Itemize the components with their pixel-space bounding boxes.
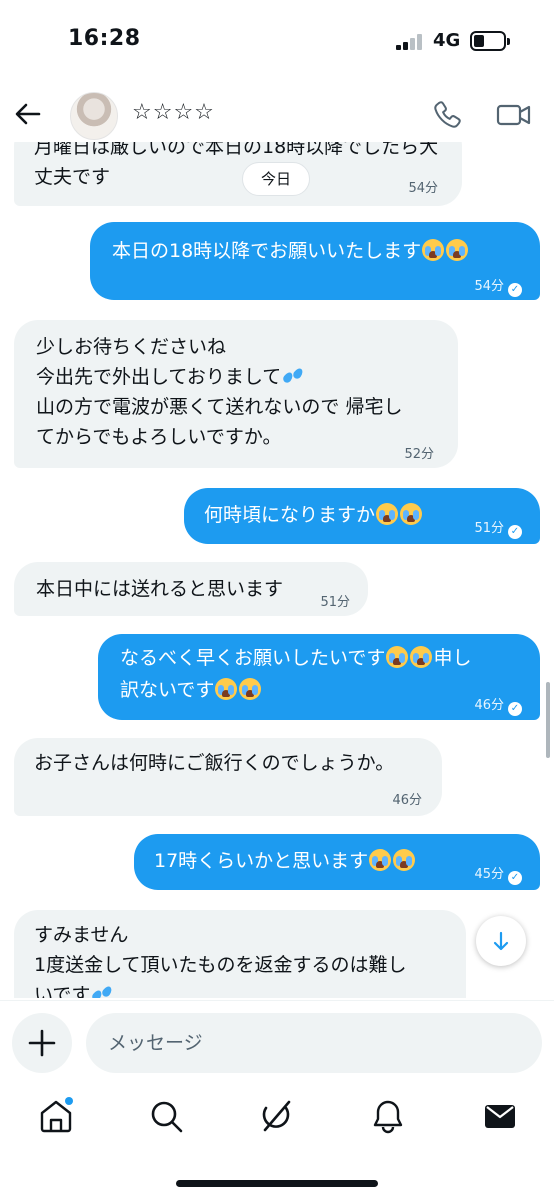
message-bubble-incoming[interactable]: 月曜日は厳しいので本日の18時以降でしたら大丈夫です 54分: [14, 142, 462, 206]
crying-face-emoji: [215, 678, 238, 700]
battery-icon: [470, 31, 510, 51]
crying-face-emoji: [446, 239, 469, 261]
add-media-button[interactable]: [12, 1013, 72, 1073]
message-bubble-outgoing[interactable]: 本日の18時以降でお願いいたします 54分 ✓: [90, 222, 540, 300]
message-time: 54分: [474, 279, 504, 294]
phone-icon[interactable]: [430, 98, 464, 132]
message-line: 申し: [433, 647, 472, 669]
message-line: てからでもよろしいですか。: [36, 426, 282, 448]
plus-icon: [28, 1029, 56, 1057]
conversation-header: ☆☆☆☆: [0, 86, 554, 142]
avatar[interactable]: [70, 92, 118, 140]
status-time: 16:28: [68, 26, 141, 51]
message-bubble-incoming[interactable]: すみません 1度送金して頂いたものを返金するのは難し いです: [14, 910, 466, 998]
grok-icon[interactable]: [256, 1096, 296, 1136]
message-bubble-outgoing[interactable]: 何時頃になりますか 51分 ✓: [184, 488, 540, 544]
crying-face-emoji: [410, 646, 433, 668]
video-call-icon[interactable]: [496, 100, 532, 130]
message-list[interactable]: 月曜日は厳しいので本日の18時以降でしたら大丈夫です 54分 今日 本日の18時…: [0, 142, 554, 998]
crying-face-emoji: [386, 646, 409, 668]
message-text: お子さんは何時にご飯行くのでしょうか。: [34, 752, 395, 774]
message-meta: 54分 ✓: [474, 272, 522, 302]
scrollbar-thumb[interactable]: [546, 682, 550, 758]
messages-icon[interactable]: [480, 1096, 520, 1136]
crying-face-emoji: [376, 503, 399, 525]
message-line: いです: [34, 984, 91, 998]
network-type: 4G: [433, 30, 461, 51]
message-text: 17時くらいかと思います: [154, 850, 369, 872]
message-time: 51分: [474, 521, 504, 536]
crying-face-emoji: [239, 678, 262, 700]
signal-icon: [396, 34, 426, 50]
notifications-icon[interactable]: [368, 1096, 408, 1136]
message-line: 1度送金して頂いたものを返金するのは難し: [34, 954, 407, 976]
read-check-icon: ✓: [508, 283, 522, 297]
arrow-down-icon: [493, 931, 509, 951]
message-composer: [0, 1000, 554, 1084]
sweat-droplets-emoji: [90, 984, 114, 998]
message-line: 少しお待ちくださいね: [36, 336, 227, 358]
sweat-droplets-emoji: [281, 366, 305, 386]
message-text: 本日の18時以降でお願いいたします: [112, 240, 422, 262]
message-time: 46分: [392, 793, 422, 808]
message-bubble-outgoing[interactable]: なるべく早くお願いしたいです 申し 訳ないです 46分 ✓: [98, 634, 540, 720]
message-line: 山の方で電波が悪くて送れないので 帰宅し: [36, 396, 403, 418]
message-text: 何時頃になりますか: [204, 504, 376, 526]
status-bar: 16:28 4G: [0, 0, 554, 86]
home-indicator[interactable]: [176, 1180, 378, 1187]
message-bubble-incoming[interactable]: お子さんは何時にご飯行くのでしょうか。 46分: [14, 738, 442, 816]
contact-name[interactable]: ☆☆☆☆: [132, 100, 215, 125]
message-bubble-outgoing[interactable]: 17時くらいかと思います 45分 ✓: [134, 834, 540, 890]
message-time: 46分: [474, 698, 504, 713]
message-bubble-incoming[interactable]: 本日中には送れると思います 51分: [14, 562, 368, 616]
message-time: 52分: [404, 447, 434, 462]
message-text: なるべく早くお願いしたいです 申し: [120, 642, 540, 674]
crying-face-emoji: [393, 849, 416, 871]
message-line: なるべく早くお願いしたいです: [120, 647, 386, 669]
message-line: 今出先で外出しておりまして: [36, 366, 282, 388]
message-time: 51分: [320, 595, 350, 610]
home-icon[interactable]: [36, 1096, 76, 1136]
read-check-icon: ✓: [508, 871, 522, 885]
message-text: すみません 1度送金して頂いたものを返金するのは難し いです: [34, 920, 466, 998]
crying-face-emoji: [400, 503, 423, 525]
read-check-icon: ✓: [508, 525, 522, 539]
message-meta: 51分 ✓: [474, 514, 522, 544]
crying-face-emoji: [422, 239, 445, 261]
message-meta: 45分 ✓: [474, 860, 522, 890]
message-time: 45分: [474, 867, 504, 882]
message-line: 訳ないです: [120, 679, 215, 701]
back-arrow-icon[interactable]: [12, 98, 44, 130]
date-divider: 今日: [242, 162, 310, 196]
message-text: 本日中には送れると思います: [36, 578, 284, 600]
scroll-to-bottom-button[interactable]: [476, 916, 526, 966]
message-line: すみません: [34, 924, 129, 946]
message-text: 月曜日は厳しいので本日の18時以降でしたら大丈夫です: [34, 142, 439, 188]
message-text: 少しお待ちくださいね 今出先で外出しておりまして 山の方で電波が悪くて送れないの…: [36, 332, 448, 452]
read-check-icon: ✓: [508, 702, 522, 716]
message-input[interactable]: [86, 1013, 542, 1073]
message-bubble-incoming[interactable]: 少しお待ちくださいね 今出先で外出しておりまして 山の方で電波が悪くて送れないの…: [14, 320, 458, 468]
message-meta: 46分 ✓: [474, 690, 522, 722]
search-icon[interactable]: [146, 1096, 186, 1136]
crying-face-emoji: [369, 849, 392, 871]
message-time: 54分: [408, 181, 438, 196]
